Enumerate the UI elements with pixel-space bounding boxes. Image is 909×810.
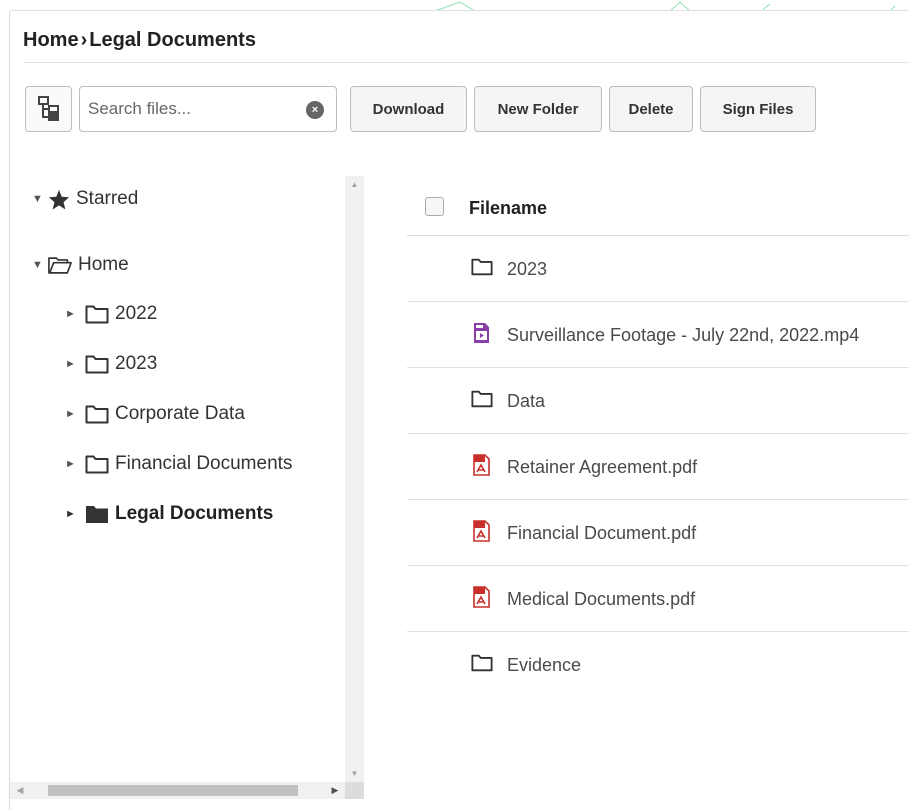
folder-icon — [471, 654, 493, 672]
tree-item-legal-documents[interactable]: ► Legal Documents — [65, 503, 273, 525]
tree-item-label: Financial Documents — [115, 453, 293, 474]
folder-tree: ▼ Starred ▼ Home ► 2022 ► 2023 ► Corpora… — [10, 170, 374, 810]
file-row[interactable]: Surveillance Footage - July 22nd, 2022.m… — [407, 302, 909, 368]
file-row[interactable]: Financial Document.pdf — [407, 500, 909, 566]
scroll-right-arrow-icon[interactable]: ▶ — [327, 782, 343, 799]
scrollbar-thumb[interactable] — [48, 785, 298, 796]
file-name[interactable]: Surveillance Footage - July 22nd, 2022.m… — [507, 325, 859, 346]
table-header: Filename — [407, 176, 909, 236]
file-row[interactable]: Data — [407, 368, 909, 434]
search-box: × — [79, 86, 337, 132]
breadcrumb-home[interactable]: Home — [23, 29, 79, 51]
folder-icon — [85, 355, 109, 374]
header-divider — [23, 62, 909, 63]
tree-item-2022[interactable]: ► 2022 — [65, 303, 157, 325]
tree-horizontal-scrollbar[interactable]: ◀ ▶ — [10, 782, 345, 799]
pdf-file-icon — [473, 454, 490, 476]
caret-right-icon[interactable]: ► — [65, 458, 79, 470]
folder-filled-icon — [85, 505, 109, 524]
folder-open-icon — [48, 256, 72, 275]
tree-view-icon — [37, 96, 59, 121]
pdf-file-icon — [473, 586, 490, 608]
folder-icon — [85, 305, 109, 324]
tree-item-starred[interactable]: ▼ Starred — [32, 188, 138, 210]
caret-down-icon[interactable]: ▼ — [32, 259, 46, 271]
caret-right-icon[interactable]: ► — [65, 508, 79, 520]
tree-item-home[interactable]: ▼ Home — [32, 254, 129, 276]
download-button[interactable]: Download — [350, 86, 467, 132]
file-name[interactable]: Retainer Agreement.pdf — [507, 457, 697, 478]
tree-item-label: Home — [78, 254, 129, 275]
delete-button[interactable]: Delete — [609, 86, 693, 132]
caret-right-icon[interactable]: ► — [65, 408, 79, 420]
breadcrumb-separator: › — [80, 29, 88, 51]
tree-item-2023[interactable]: ► 2023 — [65, 353, 157, 375]
folder-icon — [471, 390, 493, 408]
scroll-left-arrow-icon[interactable]: ◀ — [12, 782, 28, 799]
clear-icon[interactable]: × — [306, 101, 324, 119]
filename-column-header[interactable]: Filename — [469, 198, 547, 219]
scrollbar-corner — [345, 782, 364, 799]
tree-item-label: 2022 — [115, 303, 158, 324]
tree-item-label: Legal Documents — [115, 503, 274, 524]
breadcrumb-current: Legal Documents — [89, 29, 256, 51]
select-all-checkbox[interactable] — [425, 197, 444, 216]
tree-item-financial-documents[interactable]: ► Financial Documents — [65, 453, 292, 475]
tree-item-label: Starred — [76, 188, 139, 209]
caret-down-icon[interactable]: ▼ — [32, 193, 46, 205]
file-name[interactable]: Evidence — [507, 655, 581, 676]
file-name[interactable]: Medical Documents.pdf — [507, 589, 695, 610]
sign-files-button[interactable]: Sign Files — [700, 86, 816, 132]
folder-icon — [471, 258, 493, 276]
video-file-icon — [473, 322, 490, 344]
file-row[interactable]: Evidence — [407, 632, 909, 698]
tree-item-label: Corporate Data — [115, 403, 245, 424]
pdf-file-icon — [473, 520, 490, 542]
breadcrumb: Home › Legal Documents — [23, 29, 256, 52]
tree-item-label: 2023 — [115, 353, 158, 374]
tree-toggle-button[interactable] — [25, 86, 72, 132]
tree-item-corporate-data[interactable]: ► Corporate Data — [65, 403, 245, 425]
file-row[interactable]: Medical Documents.pdf — [407, 566, 909, 632]
file-name[interactable]: Financial Document.pdf — [507, 523, 696, 544]
search-input[interactable] — [88, 95, 298, 123]
folder-icon — [85, 455, 109, 474]
new-folder-button[interactable]: New Folder — [474, 86, 602, 132]
file-row[interactable]: 2023 — [407, 236, 909, 302]
scroll-up-arrow-icon[interactable]: ▲ — [345, 176, 364, 193]
caret-right-icon[interactable]: ► — [65, 308, 79, 320]
caret-right-icon[interactable]: ► — [65, 358, 79, 370]
file-row[interactable]: Retainer Agreement.pdf — [407, 434, 909, 500]
tree-vertical-scrollbar[interactable]: ▲ ▼ — [345, 176, 364, 782]
scroll-down-arrow-icon[interactable]: ▼ — [345, 765, 364, 782]
file-name[interactable]: Data — [507, 391, 545, 412]
file-name[interactable]: 2023 — [507, 259, 547, 280]
folder-icon — [85, 405, 109, 424]
star-icon — [48, 189, 70, 210]
